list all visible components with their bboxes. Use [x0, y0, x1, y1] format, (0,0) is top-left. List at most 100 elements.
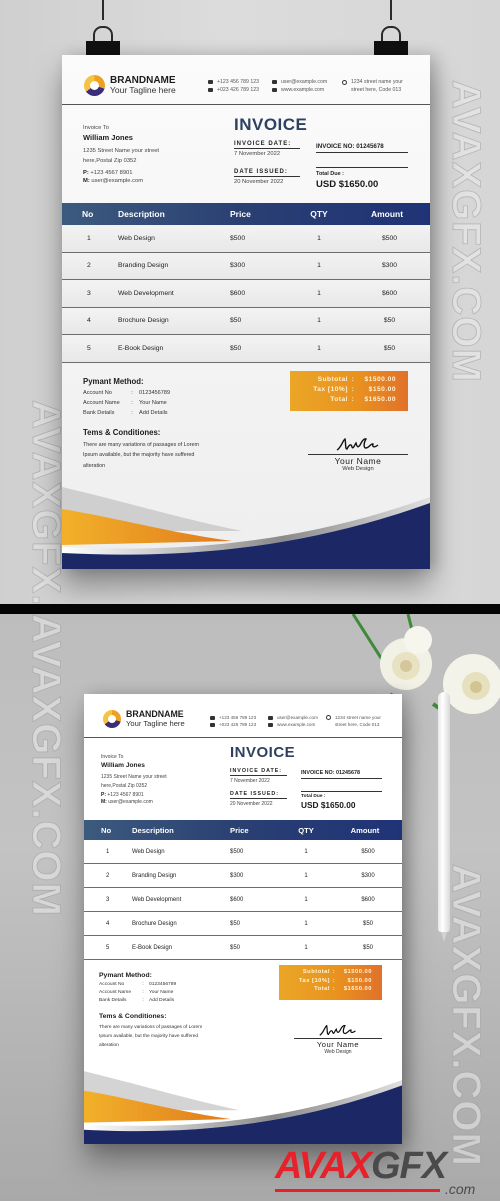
email-value: user@example.com — [91, 177, 144, 184]
table-body: 1 Web Design $500 1 $500 2 Branding Design $300… — [62, 225, 430, 363]
col-description: Description — [132, 825, 174, 835]
watermark-text: AVAXGFX.COM — [444, 80, 489, 384]
payment-rows: Account No:0123456789 Account Name: Your N… — [99, 982, 214, 1003]
bill-to-address-line-1: 1235 Street Name your street — [101, 774, 167, 780]
cell-price: $600 — [230, 289, 246, 297]
cell-amount: $500 — [361, 848, 375, 855]
bill-to-email: M: user@example.com — [83, 178, 159, 184]
signature-icon — [336, 437, 379, 451]
totals-separator: : — [351, 385, 355, 393]
col-no: No — [101, 825, 112, 835]
col-no: No — [82, 209, 94, 219]
total-due-value: USD $1650.00 — [301, 800, 356, 810]
bill-to-email: M: user@example.com — [101, 799, 167, 805]
cell-price: $50 — [230, 944, 241, 951]
phone-value: +123 4567 8901 — [90, 169, 133, 176]
invoice-header: BRANDNAME Your Tagline here +123 456 789… — [62, 55, 430, 105]
invoice-title: INVOICE — [230, 744, 296, 761]
brand: BRANDNAME Your Tagline here — [84, 75, 176, 96]
col-description: Description — [118, 209, 165, 219]
contact-phones: +123 456 789 123 +023 426 789 123 — [208, 78, 259, 94]
cell-qty: 1 — [317, 262, 321, 270]
cell-price: $500 — [230, 848, 244, 855]
total-due-label: Total Due : — [316, 171, 345, 177]
payment-value: 0123456789 — [149, 982, 177, 987]
contact-email: user@example.com — [277, 715, 318, 720]
brand-logo-icon — [84, 75, 105, 96]
cell-amount: $50 — [383, 344, 396, 352]
email-value: user@example.com — [108, 799, 153, 805]
hanging-wire-left — [102, 0, 104, 20]
table-row: 2 Branding Design $300 1 $300 — [84, 864, 402, 888]
payment-row: Account Name: Your Name — [83, 400, 213, 406]
bill-to-label: Invoice To — [101, 754, 124, 760]
totals-value: $1500.00 — [364, 376, 396, 383]
date-issued-label: DATE ISSUED: — [230, 791, 287, 799]
bill-to-label: Invoice To — [83, 125, 109, 131]
contact-website: www.example.com — [277, 722, 316, 728]
signature-icon — [319, 1024, 356, 1036]
table-row: 4 Brochure Design $50 1 $50 — [84, 912, 402, 936]
payment-row: Bank Details: Add Details — [83, 410, 213, 416]
signature-role: Web Design — [342, 466, 374, 472]
phone-label: P: — [83, 169, 89, 176]
invoice-sheet: BRANDNAME Your Tagline here +123 456 789… — [84, 694, 402, 1144]
cell-amount: $50 — [383, 317, 396, 325]
cell-description: Branding Design — [118, 262, 169, 270]
table-row: 5 E-Book Design $50 1 $50 — [84, 936, 402, 960]
payment-separator: : — [131, 390, 133, 396]
cell-amount: $300 — [361, 872, 375, 879]
cell-no: 3 — [106, 896, 110, 903]
bill-to-phone: P: +123 4567 8901 — [101, 792, 167, 798]
cell-qty: 1 — [317, 234, 321, 242]
footer-wave-decoration — [84, 1071, 402, 1144]
invoice-date-label: INVOICE DATE: — [230, 768, 287, 776]
totals-row: Subtotal: $1500.00 — [279, 968, 372, 977]
brand-logo-icon — [103, 710, 121, 728]
payment-row: Bank Details: Add Details — [99, 998, 214, 1003]
totals-separator: : — [332, 969, 336, 975]
totals-row: Subtotal: $1500.00 — [290, 375, 396, 385]
cell-no: 5 — [106, 944, 110, 951]
cell-price: $50 — [230, 920, 241, 927]
phone-1: +123 456 789 123 — [217, 79, 259, 85]
phone-icon — [210, 715, 215, 720]
watermark-text: AVAXGFX.COM — [24, 614, 69, 917]
binder-clip-right-icon — [374, 26, 408, 57]
total-due-label: Total Due : — [301, 794, 326, 799]
bill-to-name: William Jones — [83, 133, 133, 142]
cell-amount: $600 — [361, 896, 375, 903]
cursor-icon — [272, 88, 277, 93]
bill-to-address: 1235 Street Name your street here,Postal… — [101, 773, 167, 790]
invoice-number: INVOICE NO: 01245678 — [316, 143, 408, 153]
terms-text: There are many variations of passages of… — [83, 442, 199, 469]
payment-method: Pymant Method: Account No:0123456789 Acco… — [83, 377, 213, 471]
totals-label: Total — [314, 986, 330, 993]
totals-row: Tax [10%]: $150.00 — [279, 977, 372, 986]
cell-description: E-Book Design — [118, 344, 164, 352]
cell-qty: 1 — [304, 920, 308, 927]
payment-value: Add Details — [149, 998, 175, 1003]
cell-no: 5 — [87, 344, 91, 352]
mail-icon — [268, 715, 273, 720]
cell-qty: 1 — [317, 289, 321, 297]
terms-title: Tems & Conditiones: — [83, 428, 161, 437]
totals-separator: : — [351, 395, 355, 403]
payment-separator: : — [142, 982, 144, 987]
payment-separator: : — [142, 990, 144, 995]
cell-price: $300 — [230, 872, 244, 879]
cell-no: 2 — [106, 872, 110, 879]
cell-description: Branding Design — [132, 872, 177, 879]
phone-label: P: — [101, 792, 106, 798]
totals-label: Total — [330, 395, 348, 403]
address-line-2: street here, Code 013 — [351, 87, 402, 94]
totals-value: $1650.00 — [343, 986, 372, 993]
cell-amount: $500 — [381, 234, 398, 242]
payment-label: Bank Details — [99, 998, 127, 1003]
payment-separator: : — [131, 400, 133, 406]
table-row: 4 Brochure Design $50 1 $50 — [62, 307, 430, 335]
cell-amount: $50 — [362, 920, 373, 927]
payment-label: Account No — [99, 982, 125, 987]
invoice-date: INVOICE DATE: 7 November 2022 — [234, 141, 300, 157]
cell-no: 4 — [106, 920, 110, 927]
